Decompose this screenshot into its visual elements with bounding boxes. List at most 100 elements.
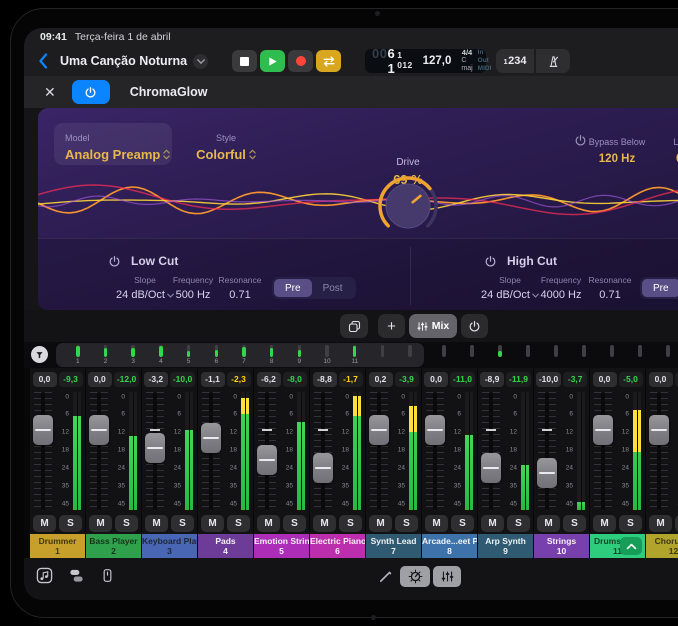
back-chevron-icon[interactable] xyxy=(38,51,54,71)
solo-button[interactable]: S xyxy=(115,515,138,532)
volume-readout[interactable]: 0,0 xyxy=(424,372,448,387)
fader-handle[interactable] xyxy=(649,415,669,445)
low-cut-resonance[interactable]: Resonance 0.71 xyxy=(218,275,261,303)
track-label[interactable]: Arp Synth 9 xyxy=(478,534,533,558)
fader-handle[interactable] xyxy=(33,415,53,445)
track-label[interactable]: Arcade...eet Pad 8 xyxy=(422,534,477,558)
chevron-down-icon[interactable] xyxy=(193,54,208,69)
mute-button[interactable]: M xyxy=(89,515,112,532)
high-cut-slope[interactable]: Slope 24 dB/Oct xyxy=(481,275,539,303)
mute-button[interactable]: M xyxy=(369,515,392,532)
track-label[interactable]: Drums 11 xyxy=(590,534,645,558)
track-label[interactable]: Electric Piano 6 xyxy=(310,534,365,558)
track-label[interactable]: Chorus V 12 xyxy=(646,534,678,558)
style-selector[interactable]: Style Colorful xyxy=(180,123,272,165)
mixer-power-button[interactable] xyxy=(461,314,488,338)
volume-readout[interactable]: -8,8 xyxy=(313,372,337,387)
volume-readout[interactable]: -6,2 xyxy=(257,372,281,387)
solo-button[interactable]: S xyxy=(563,515,586,532)
navigator-visible-window[interactable]: 1234567891011 xyxy=(56,343,424,367)
mute-button[interactable]: M xyxy=(537,515,560,532)
routing-icon[interactable] xyxy=(68,567,85,584)
record-button[interactable] xyxy=(288,50,313,72)
high-cut-frequency[interactable]: Frequency 4000 Hz xyxy=(541,275,582,303)
solo-button[interactable]: S xyxy=(59,515,82,532)
volume-readout[interactable]: -10,0 xyxy=(536,372,561,387)
high-cut-power-icon[interactable] xyxy=(484,255,497,268)
volume-readout[interactable]: -3,2 xyxy=(144,372,168,387)
duplicate-button[interactable] xyxy=(340,314,368,338)
fader-handle[interactable] xyxy=(425,415,445,445)
close-icon[interactable]: ✕ xyxy=(44,85,56,99)
play-button[interactable] xyxy=(260,50,285,72)
track-label[interactable]: Pads 4 xyxy=(198,534,253,558)
solo-button[interactable]: S xyxy=(171,515,194,532)
volume-readout[interactable]: -8,9 xyxy=(480,372,504,387)
fader-handle[interactable] xyxy=(257,445,277,475)
post-button[interactable]: Post xyxy=(312,279,354,297)
controls-view-button[interactable] xyxy=(400,566,430,587)
fader-handle[interactable] xyxy=(593,415,613,445)
count-in-button[interactable]: 1234 xyxy=(496,49,534,73)
fader-handle[interactable] xyxy=(201,423,221,453)
mute-button[interactable]: M xyxy=(313,515,336,532)
edit-pencil-icon[interactable] xyxy=(378,569,393,584)
track-label[interactable]: Drummer 1 xyxy=(30,534,85,558)
controller-icon[interactable] xyxy=(100,567,115,584)
mute-button[interactable]: M xyxy=(425,515,448,532)
volume-readout[interactable]: 0,0 xyxy=(88,372,112,387)
volume-readout[interactable]: 0,2 xyxy=(369,372,393,387)
track-label[interactable]: Synth Lead 7 xyxy=(366,534,421,558)
mute-button[interactable]: M xyxy=(201,515,224,532)
solo-button[interactable]: S xyxy=(395,515,418,532)
volume-readout[interactable]: 0,0 xyxy=(33,372,57,387)
cycle-button[interactable] xyxy=(316,50,341,72)
track-label[interactable]: Emotion Strings 5 xyxy=(254,534,309,558)
song-title[interactable]: Uma Canção Noturna xyxy=(60,54,210,69)
add-track-button[interactable]: + xyxy=(378,314,405,338)
low-cut-power-icon[interactable] xyxy=(108,255,121,268)
volume-readout[interactable]: 0,0 xyxy=(593,372,617,387)
fader-handle[interactable] xyxy=(369,415,389,445)
solo-button[interactable]: S xyxy=(227,515,250,532)
pre-button[interactable]: Pre xyxy=(642,279,678,297)
mixer-navigator[interactable]: 1234567891011 xyxy=(24,342,678,368)
mute-button[interactable]: M xyxy=(33,515,56,532)
mute-button[interactable]: M xyxy=(649,515,672,532)
fader-handle[interactable] xyxy=(313,453,333,483)
lcd-display[interactable]: 006 11 012 127,0 4/4 C maj In Out MIDI xyxy=(365,49,486,73)
level-control[interactable]: Level 0.0 xyxy=(654,132,678,165)
drive-knob[interactable] xyxy=(376,174,440,238)
mute-button[interactable]: M xyxy=(257,515,280,532)
collapse-track-button[interactable] xyxy=(620,537,642,555)
low-cut-frequency[interactable]: Frequency 500 Hz xyxy=(173,275,213,303)
high-cut-resonance[interactable]: Resonance 0.71 xyxy=(588,275,631,303)
fader-handle[interactable] xyxy=(537,458,557,488)
metronome-button[interactable] xyxy=(536,49,570,73)
fader-handle[interactable] xyxy=(481,453,501,483)
mute-button[interactable]: M xyxy=(481,515,504,532)
solo-button[interactable]: S xyxy=(619,515,642,532)
solo-button[interactable]: S xyxy=(451,515,474,532)
mute-button[interactable]: M xyxy=(145,515,168,532)
stop-button[interactable] xyxy=(232,50,257,72)
solo-button[interactable]: S xyxy=(339,515,362,532)
mix-button[interactable]: Mix xyxy=(409,314,457,338)
volume-readout[interactable]: -1,1 xyxy=(201,372,225,387)
pre-button[interactable]: Pre xyxy=(274,279,312,297)
track-label[interactable]: Strings 10 xyxy=(534,534,589,558)
model-selector[interactable]: Model Analog Preamp xyxy=(54,123,172,165)
low-cut-slope[interactable]: Slope 24 dB/Oct xyxy=(116,275,174,303)
mixer-view-button[interactable] xyxy=(433,566,461,587)
fader-handle[interactable] xyxy=(89,415,109,445)
mute-button[interactable]: M xyxy=(593,515,616,532)
track-label[interactable]: Keyboard Player 3 xyxy=(142,534,197,558)
solo-button[interactable]: S xyxy=(283,515,306,532)
track-label[interactable]: Bass Player 2 xyxy=(86,534,141,558)
loop-browser-icon[interactable] xyxy=(36,567,53,584)
volume-readout[interactable]: 0,0 xyxy=(649,372,673,387)
bypass-below-control[interactable]: Bypass Below 120 Hz xyxy=(584,132,650,165)
solo-button[interactable]: S xyxy=(507,515,530,532)
fader-handle[interactable] xyxy=(145,433,165,463)
filter-icon[interactable] xyxy=(31,346,48,363)
